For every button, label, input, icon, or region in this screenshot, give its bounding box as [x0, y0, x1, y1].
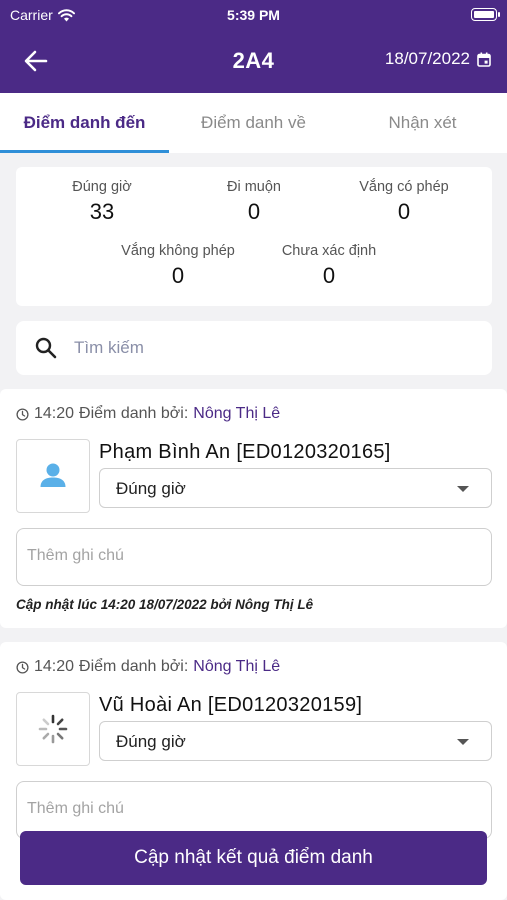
avatar — [16, 439, 90, 513]
stat-value: 33 — [89, 199, 115, 224]
attendance-meta: 14:20 Điểm danh bởi: Nông Thị Lê — [16, 658, 280, 676]
checked-by-label: Điểm danh bởi: — [79, 405, 189, 422]
clock: 5:39 PM — [227, 7, 280, 23]
stat-on-time: Đúng giờ 33 — [32, 179, 172, 225]
clock-icon — [16, 407, 29, 421]
search-bar — [16, 321, 492, 375]
dropdown-caret-icon — [457, 739, 469, 745]
person-icon — [40, 463, 66, 487]
dropdown-caret-icon — [457, 486, 469, 492]
avatar — [16, 692, 90, 766]
loading-spinner-icon — [38, 714, 68, 744]
tab-bar: Điểm danh đến Điểm danh về Nhận xét — [0, 93, 507, 153]
stat-label: Chưa xác định — [281, 243, 377, 259]
date-label: 18/07/2022 — [384, 49, 470, 68]
app-header: Carrier 5:39 PM 2A4 18/07/2022 — [0, 0, 507, 93]
stat-value: 0 — [322, 263, 336, 288]
calendar-icon — [477, 52, 491, 67]
student-name: Phạm Bình An [ED0120320165] — [99, 441, 391, 463]
note-placeholder: Thêm ghi chú — [27, 547, 124, 564]
stat-label: Vắng không phép — [121, 243, 235, 259]
attendance-time: 14:20 — [34, 658, 75, 675]
tab-departure-attendance[interactable]: Điểm danh về — [169, 93, 338, 153]
student-card: 14:20 Điểm danh bởi: Nông Thị Lê Phạm Bì… — [0, 389, 507, 628]
checked-by-label: Điểm danh bởi: — [79, 658, 189, 675]
attendance-meta: 14:20 Điểm danh bởi: Nông Thị Lê — [16, 405, 280, 423]
stat-label: Đúng giờ — [72, 179, 132, 195]
update-attendance-button[interactable]: Cập nhật kết quả điểm danh — [20, 831, 487, 885]
battery-icon — [471, 8, 500, 21]
clock-icon — [16, 660, 29, 674]
search-input[interactable] — [74, 331, 474, 365]
date-picker[interactable]: 18/07/2022 — [385, 49, 491, 69]
teacher-name: Nông Thị Lê — [193, 658, 281, 675]
stat-excused-absence: Vắng có phép 0 — [334, 179, 474, 225]
student-name: Vũ Hoài An [ED0120320159] — [99, 694, 363, 716]
attendance-status-dropdown[interactable]: Đúng giờ — [99, 468, 492, 508]
tab-comments[interactable]: Nhận xét — [338, 93, 507, 153]
stat-late: Đi muộn 0 — [184, 179, 324, 225]
attendance-time: 14:20 — [34, 405, 75, 422]
attendance-status-dropdown[interactable]: Đúng giờ — [99, 721, 492, 761]
stat-undetermined: Chưa xác định 0 — [259, 243, 399, 289]
stat-label: Đi muộn — [227, 179, 281, 195]
stat-value: 0 — [171, 263, 185, 288]
update-info: Cập nhật lúc 14:20 18/07/2022 bởi Nông T… — [16, 597, 314, 612]
stat-value: 0 — [247, 199, 261, 224]
note-placeholder: Thêm ghi chú — [27, 800, 124, 817]
attendance-summary: Đúng giờ 33 Đi muộn 0 Vắng có phép 0 Vắn… — [16, 167, 492, 306]
selected-status: Đúng giờ — [116, 732, 186, 751]
selected-status: Đúng giờ — [116, 479, 186, 498]
stat-label: Vắng có phép — [359, 179, 449, 195]
stat-unexcused-absence: Vắng không phép 0 — [108, 243, 248, 289]
search-icon — [35, 337, 57, 359]
note-field[interactable]: Thêm ghi chú — [16, 528, 492, 586]
status-bar: Carrier 5:39 PM — [0, 0, 507, 30]
nav-bar: 2A4 18/07/2022 — [0, 30, 507, 93]
teacher-name: Nông Thị Lê — [193, 405, 281, 422]
tab-arrival-attendance[interactable]: Điểm danh đến — [0, 93, 169, 153]
stat-value: 0 — [397, 199, 411, 224]
